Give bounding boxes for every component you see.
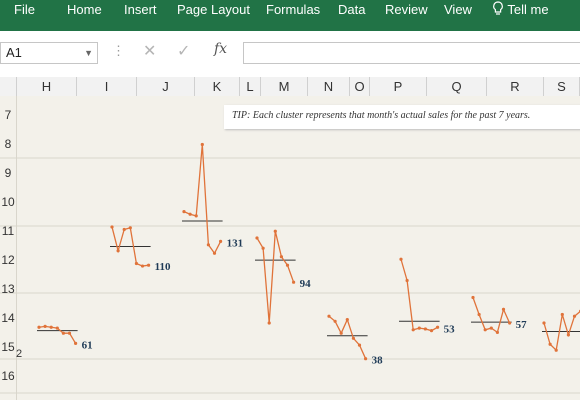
sparkline-point [74,341,78,345]
cluster-value-label: 94 [300,278,312,290]
sparkline-point [140,264,145,268]
sparkline-point [255,236,259,240]
sparkline-point [357,343,362,347]
sparkline-cluster: 94 [255,229,312,325]
sparkline-point [273,229,277,233]
sparkline-point [327,314,331,318]
sparkline-cluster: 131 [182,142,244,255]
sparkline-point [345,318,349,322]
sparkline-cluster: 57 [471,295,528,334]
sparkline-point [411,328,415,332]
sparkline-point [471,295,475,300]
sparkline-point [542,321,546,325]
sparkline-point [182,210,186,214]
sparkline-point [188,212,192,216]
sparkline-point [405,278,409,283]
sparkline-point [147,263,151,267]
sparkline-point [285,263,290,267]
sparkline-cluster [542,309,580,352]
sparkline-point [399,257,403,261]
sparkline-point [261,246,265,250]
sparkline-point [339,331,343,335]
sparkline-cluster: 38 [327,314,384,367]
sparkline-point [267,321,271,325]
sparkline-point [495,330,499,334]
sparkline-point [436,325,440,329]
sparkline-point [333,319,337,323]
cluster-value-label: 38 [372,355,384,367]
sparkline-point [423,327,427,331]
sparkline-point [483,328,487,332]
sparkline-point [279,255,283,259]
cluster-value-label: 131 [227,237,244,249]
sparkline-point [292,280,296,284]
sparkline-point [116,249,120,253]
sparkline-point [61,331,65,335]
sparkline-point [110,225,114,229]
sparkline-line [256,231,295,324]
sparkline-point [206,243,210,247]
sparkline-point [548,342,552,346]
sparkline-point [134,261,138,266]
cluster-value-label: 57 [516,319,528,331]
sparkline-point [43,324,47,328]
sparkline-point [122,227,126,232]
sparkline-point [219,239,223,243]
sparkline-point [200,142,204,147]
sparkline-point [489,326,493,330]
sparkline-point [37,325,41,329]
sparkline-point [477,312,481,317]
cluster-value-label: 61 [82,339,93,351]
sparkline-chart: 61 110 131 94 38 53 57 [37,142,580,367]
sparkline-point [572,314,577,318]
sparkline-point [429,329,434,333]
sparkline-line [183,144,222,255]
sparkline-point [560,312,564,317]
cluster-value-label: 53 [444,323,456,335]
sparkline-point [194,214,198,218]
cluster-value-label: 110 [155,261,171,273]
sparkline-point [67,331,72,335]
sparkline-point [212,251,217,255]
sparkline-point [364,357,368,361]
sparkline-point [351,336,355,340]
sparkline-point [55,326,59,330]
sparkline-cluster: 53 [399,257,456,335]
sparkline-point [501,307,506,311]
sparkline-line [400,259,438,332]
sparkline-cluster: 110 [110,225,171,273]
sparkline-point [49,325,53,329]
sparkline-point [554,348,558,352]
sparkline-point [508,321,512,325]
sparkline-point [417,326,421,330]
sparkline-point [566,333,571,337]
sparkline-point [128,226,132,230]
sparkline-cluster: 61 [37,324,93,351]
